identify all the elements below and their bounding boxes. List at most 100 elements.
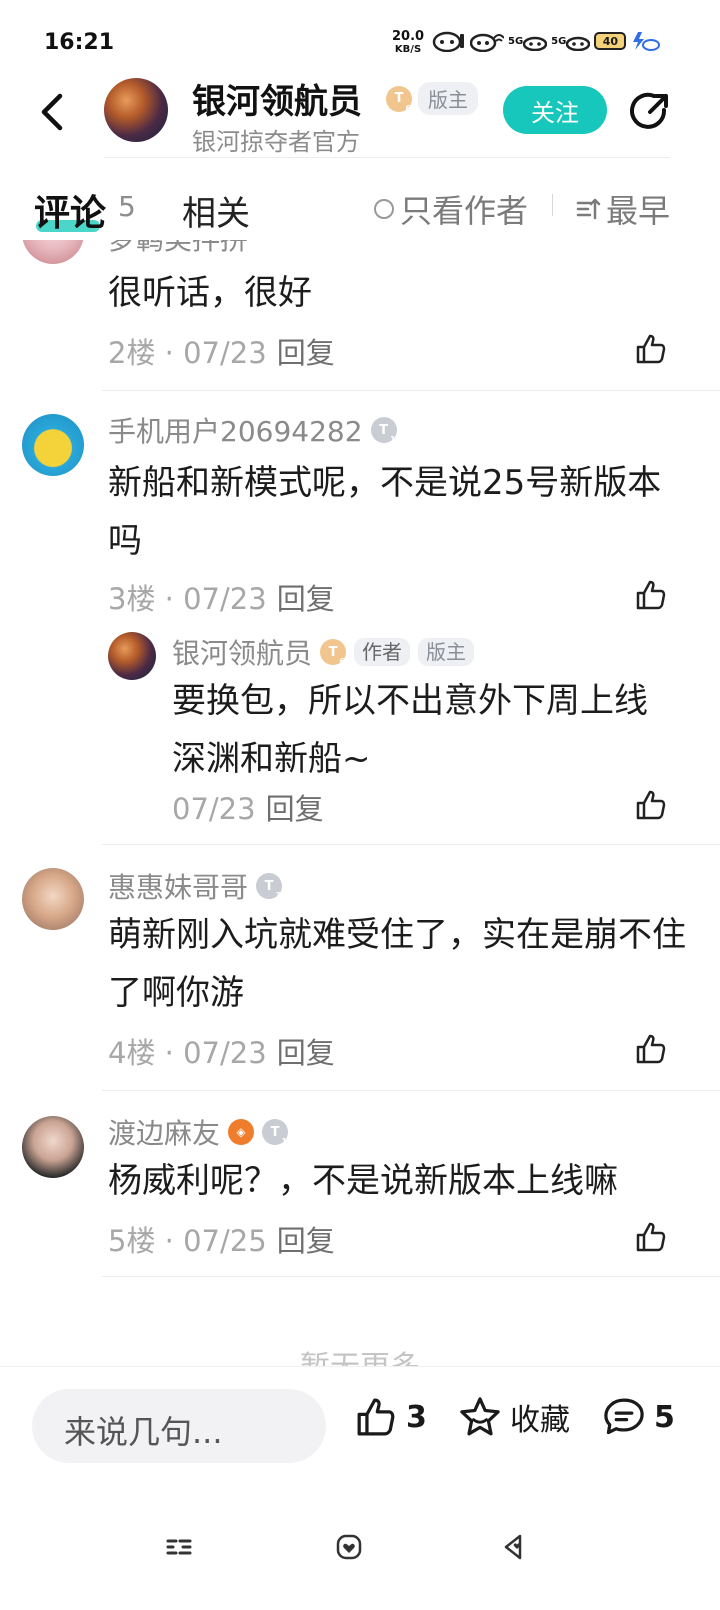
level-badge: T6 <box>320 639 347 666</box>
comment-date: 07/25 <box>183 1224 267 1258</box>
commenter-name[interactable]: 手机用户20694282 <box>108 410 363 450</box>
reply-button[interactable]: 回复 <box>277 336 335 370</box>
reply-text: 要换包，所以不出意外下周上线深渊和新船~ <box>172 681 648 779</box>
commenter-avatar[interactable] <box>22 1116 84 1178</box>
bottom-action-bar: 来说几句... 3 收藏 5 <box>0 1366 720 1491</box>
reply-button[interactable]: 回复 <box>277 1036 335 1070</box>
sort-toggle[interactable]: 最早 <box>576 186 670 232</box>
reply-date: 07/23 <box>172 792 256 826</box>
reply-button[interactable]: 回复 <box>266 792 324 826</box>
author-avatar[interactable] <box>104 78 168 142</box>
wifi-icon <box>470 28 504 54</box>
comment-input[interactable]: 来说几句... <box>32 1389 326 1463</box>
sort-label: 最早 <box>606 192 671 230</box>
comments-button[interactable]: 5 <box>602 1395 675 1439</box>
comment-floor: 4楼 <box>108 1036 156 1070</box>
like-icon[interactable] <box>634 578 668 612</box>
comment-divider <box>102 1276 720 1277</box>
battery-icon: 40 <box>594 32 627 50</box>
status-bar: 16:21 20.0 KB/S 5G 5G 40 <box>0 0 720 80</box>
tab-related[interactable]: 相关 <box>182 186 250 235</box>
favorite-button[interactable]: 收藏 <box>458 1395 570 1439</box>
author-badges: T6 版主 <box>386 82 478 115</box>
network-speed-unit: KB/S <box>394 44 422 55</box>
comment-meta: 2楼 · 07/23 回复 <box>108 336 335 370</box>
only-author-toggle[interactable]: 只看作者 <box>374 186 528 232</box>
menu-nav-icon[interactable] <box>164 1532 194 1562</box>
comment-floor: 2楼 <box>108 336 156 370</box>
like-icon[interactable] <box>634 1032 668 1066</box>
comment-text: 萌新刚入坑就难受住了，实在是崩不住了啊你游 <box>108 915 686 1013</box>
tab-comments[interactable]: 评论 <box>34 184 106 236</box>
like-count: 3 <box>406 1399 427 1435</box>
network-speed: 20.0 KB/S <box>392 30 424 56</box>
chevron-left-icon <box>41 93 63 131</box>
reply-avatar[interactable] <box>108 632 156 680</box>
charging-icon <box>630 28 661 54</box>
reply-button[interactable]: 回复 <box>277 582 335 616</box>
level-badge: T6 <box>386 85 412 113</box>
thumb-up-icon <box>357 1398 395 1436</box>
comment-date: 07/23 <box>183 1036 267 1070</box>
signal-icon-1: 5G <box>508 28 548 54</box>
comment-date: 07/23 <box>183 582 267 616</box>
reply-name-row: 银河领航员 T6 作者 版主 <box>172 632 475 672</box>
star-icon <box>460 1397 500 1436</box>
commenter-name[interactable]: 梦羁美拌拼 <box>108 240 248 258</box>
commenter-name-row: 惠惠妹哥哥 T3 <box>108 866 283 906</box>
signal-icon-2: 5G <box>551 28 591 54</box>
back-nav-icon[interactable] <box>500 1532 530 1562</box>
back-button[interactable] <box>36 90 68 134</box>
comments-count: 5 <box>118 190 136 223</box>
post-header: 银河领航员 T6 版主 银河掠夺者官方 关注 <box>0 70 720 160</box>
level-badge: T1 <box>262 1119 289 1146</box>
commenter-name-row: 渡边麻友 ◈ T1 <box>108 1112 289 1152</box>
only-author-label: 只看作者 <box>400 192 529 230</box>
reply-button[interactable]: 回复 <box>277 1224 335 1258</box>
level-badge: T1 <box>370 417 397 444</box>
comment-count: 5 <box>654 1399 675 1435</box>
like-post-button[interactable]: 3 <box>354 1395 427 1439</box>
comment-floor: 3楼 <box>108 582 156 616</box>
share-icon <box>630 92 668 129</box>
comment-divider <box>102 1090 720 1091</box>
author-subtitle: 银河掠夺者官方 <box>192 128 360 156</box>
comment-meta: 4楼 · 07/23 回复 <box>108 1036 335 1070</box>
share-button[interactable] <box>628 90 672 134</box>
comment-text: 新船和新模式呢，不是说25号新版本吗 <box>108 463 662 561</box>
commenter-avatar[interactable] <box>22 414 84 476</box>
reply-meta: 07/23 回复 <box>172 786 324 828</box>
commenter-name-row: 手机用户20694282 T1 <box>108 410 397 450</box>
notification-icon <box>432 28 466 54</box>
home-nav-icon[interactable] <box>334 1532 364 1562</box>
comment-divider <box>102 844 720 845</box>
status-icons: 5G 5G 40 <box>432 28 661 54</box>
moderator-tag: 版主 <box>418 82 478 115</box>
like-icon[interactable] <box>634 788 668 822</box>
comment-input-placeholder: 来说几句... <box>64 1413 223 1451</box>
comment-tabs: 评论 5 相关 只看作者 最早 <box>0 180 720 240</box>
follow-button[interactable]: 关注 <box>503 86 607 134</box>
commenter-name[interactable]: 惠惠妹哥哥 <box>108 866 248 906</box>
status-time: 16:21 <box>44 30 115 55</box>
commenter-name[interactable]: 渡边麻友 <box>108 1112 220 1152</box>
game-badge-icon: ◈ <box>228 1119 255 1145</box>
comment-text: 很听话，很好 <box>108 273 312 313</box>
comment-floor: 5楼 <box>108 1224 156 1258</box>
chat-bubble-icon <box>604 1398 644 1435</box>
comment-list[interactable]: 梦羁美拌拼 很听话，很好 2楼 · 07/23回复 手机用户20694282 T… <box>0 240 720 1366</box>
comment-meta: 5楼 · 07/25 回复 <box>108 1224 335 1258</box>
network-speed-value: 20.0 <box>392 29 425 44</box>
comment-divider <box>102 390 720 391</box>
reply-author-name[interactable]: 银河领航员 <box>172 632 312 672</box>
commenter-avatar[interactable] <box>22 240 84 264</box>
like-icon[interactable] <box>634 332 668 366</box>
level-badge: T3 <box>256 873 283 900</box>
radio-icon <box>374 199 394 219</box>
sort-icon <box>576 198 601 220</box>
author-name[interactable]: 银河领航员 <box>192 74 362 123</box>
like-icon[interactable] <box>634 1220 668 1254</box>
system-nav-bar <box>0 1490 720 1610</box>
commenter-avatar[interactable] <box>22 868 84 930</box>
comment-meta: 3楼 · 07/23 回复 <box>108 582 335 616</box>
